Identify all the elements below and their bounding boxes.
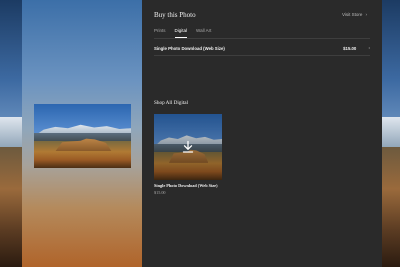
digital-product-card[interactable]: Single Photo Download (Web Size) $15.00 (154, 114, 222, 195)
tab-digital[interactable]: Digital (174, 28, 187, 38)
tab-wall-art[interactable]: Wall Art (196, 28, 211, 38)
tabs-divider (154, 38, 370, 39)
background-photo-left (0, 0, 22, 267)
product-row[interactable]: Single Photo Download (Web Size) $15.00 … (154, 42, 370, 54)
tab-prints[interactable]: Prints (154, 28, 166, 38)
row-divider (154, 55, 370, 56)
photo-thumbnail (34, 104, 131, 168)
visit-store-label: Visit Store (342, 12, 363, 17)
card-product-price: $15.00 (154, 190, 166, 195)
shop-all-digital-heading: Shop All Digital (154, 100, 189, 106)
panel-title: Buy this Photo (154, 11, 196, 19)
background-photo-right (382, 0, 400, 267)
buy-photo-panel: Buy this Photo Visit Store › Prints Digit… (142, 0, 382, 267)
download-icon (182, 140, 194, 153)
purchase-tabs: Prints Digital Wall Art (154, 28, 211, 38)
card-product-name: Single Photo Download (Web Size) (154, 183, 218, 188)
visit-store-link[interactable]: Visit Store › (342, 12, 367, 17)
photo-preview-panel (22, 0, 142, 267)
chevron-right-icon: › (368, 45, 370, 51)
product-price: $15.00 (343, 45, 357, 51)
card-photo (154, 114, 222, 180)
product-name: Single Photo Download (Web Size) (154, 45, 225, 51)
chevron-right-icon: › (365, 12, 367, 17)
